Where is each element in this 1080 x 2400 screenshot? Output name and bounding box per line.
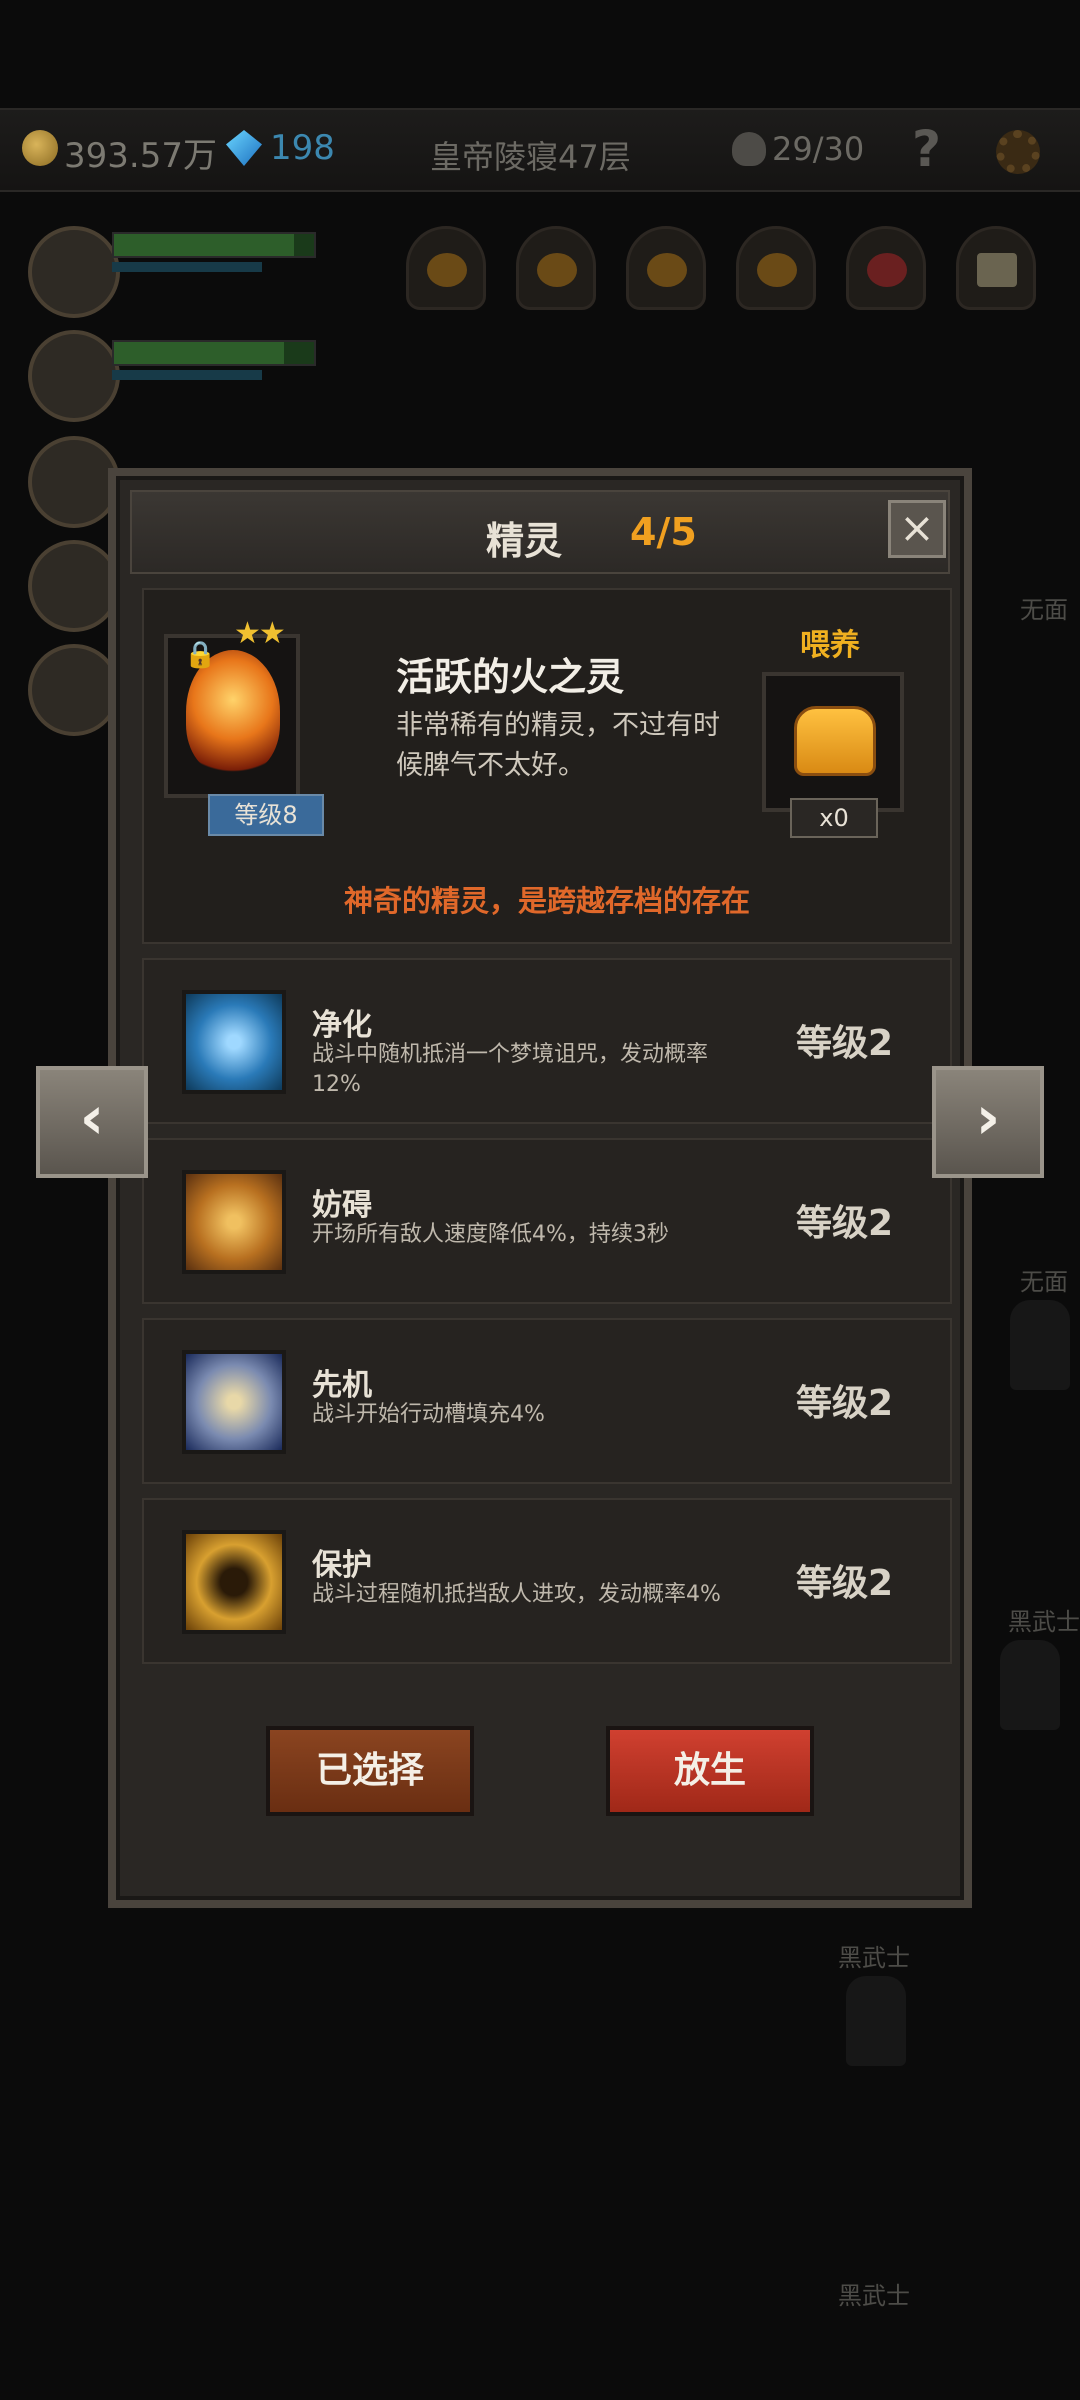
relic-slot[interactable]	[406, 226, 486, 310]
feed-label: 喂养	[800, 628, 860, 663]
spirit-dialog: 精灵 4/5 × 🔒 ★★ 等级8 活跃的火之灵 非常稀有的精灵，不过有时候脾气…	[108, 468, 972, 1908]
feed-count: x0	[790, 798, 878, 838]
skill-row: 妨碍 开场所有敌人速度降低4%，持续3秒 等级2	[142, 1138, 952, 1304]
hero-avatar[interactable]	[28, 644, 120, 736]
relic-slot[interactable]	[516, 226, 596, 310]
relic-slot[interactable]	[736, 226, 816, 310]
hero-avatar[interactable]	[28, 330, 120, 422]
enemy-label: 无面	[1020, 596, 1068, 624]
feed-slot[interactable]	[762, 672, 904, 812]
spirit-name: 活跃的火之灵	[396, 655, 625, 699]
close-button[interactable]: ×	[888, 500, 946, 558]
diamond-amount: 198	[270, 128, 335, 168]
release-button[interactable]: 放生	[606, 1726, 814, 1816]
diamond-icon	[226, 130, 262, 166]
skill-description: 战斗中随机抵消一个梦境诅咒，发动概率12%	[312, 1042, 709, 1097]
spirit-stars: ★★	[234, 616, 286, 651]
hero-mp-bar	[112, 262, 262, 272]
dungeon-location: 皇帝陵寝47层	[430, 138, 631, 176]
enemy-label: 黑武士	[838, 1944, 910, 1972]
skill-description: 开场所有敌人速度降低4%，持续3秒	[312, 1222, 669, 1247]
pumpkin-icon	[427, 253, 467, 287]
skill-name: 净化	[312, 1008, 372, 1043]
hero-avatar[interactable]	[28, 226, 120, 318]
skill-name: 先机	[312, 1368, 372, 1403]
spirit-count: 4/5	[630, 510, 697, 554]
relic-slot[interactable]	[626, 226, 706, 310]
blue-flower-icon	[182, 990, 286, 1094]
hero-avatar[interactable]	[28, 436, 120, 528]
pumpkin-icon	[757, 253, 797, 287]
relic-slot[interactable]	[956, 226, 1036, 310]
hero-hp-bar	[112, 340, 316, 366]
coin-icon	[22, 130, 58, 166]
skill-name: 妨碍	[312, 1188, 372, 1223]
hero-avatar[interactable]	[28, 540, 120, 632]
skill-level: 等级2	[796, 1203, 894, 1244]
gold-amount: 393.57万	[64, 136, 217, 176]
skill-description: 战斗开始行动槽填充4%	[312, 1402, 545, 1427]
scroll-icon	[977, 253, 1017, 287]
skill-level: 等级2	[796, 1383, 894, 1424]
enemy-figure[interactable]	[1010, 1300, 1070, 1390]
bread-icon	[794, 706, 876, 776]
eye-icon	[867, 253, 907, 287]
relic-slot[interactable]	[846, 226, 926, 310]
skill-level: 等级2	[796, 1023, 894, 1064]
selected-button[interactable]: 已选择	[266, 1726, 474, 1816]
kill-counter: 29/30	[772, 130, 865, 168]
dialog-title: 精灵	[486, 519, 563, 563]
spirit-level: 等级8	[208, 794, 324, 836]
hero-mp-bar	[112, 370, 262, 380]
pumpkin-icon	[647, 253, 687, 287]
prev-spirit-button[interactable]: ‹	[36, 1066, 148, 1178]
leopard-icon	[182, 1350, 286, 1454]
enemy-figure[interactable]	[1000, 1640, 1060, 1730]
next-spirit-button[interactable]: ›	[932, 1066, 1044, 1178]
skill-row: 净化 战斗中随机抵消一个梦境诅咒，发动概率12% 等级2	[142, 958, 952, 1124]
skull-icon	[732, 132, 766, 166]
enemy-label: 无面	[1020, 1268, 1068, 1296]
enemy-figure[interactable]	[846, 1976, 906, 2066]
pumpkin-icon	[537, 253, 577, 287]
top-status-bar: 393.57万 198 皇帝陵寝47层 29/30 ?	[0, 108, 1080, 192]
lock-icon[interactable]: 🔒	[184, 640, 216, 670]
skill-row: 保护 战斗过程随机抵挡敌人进攻，发动概率4% 等级2	[142, 1498, 952, 1664]
skill-level: 等级2	[796, 1563, 894, 1604]
enemy-label: 黑武士	[838, 2282, 910, 2310]
help-button[interactable]: ?	[912, 120, 941, 178]
enemy-label: 黑武士	[1008, 1608, 1080, 1636]
skill-row: 先机 战斗开始行动槽填充4% 等级2	[142, 1318, 952, 1484]
spirit-tagline: 神奇的精灵，是跨越存档的存在	[343, 884, 750, 918]
spirit-description: 非常稀有的精灵，不过有时候脾气不太好。	[396, 710, 720, 781]
hero-hp-bar	[112, 232, 316, 258]
chained-boot-icon	[182, 1170, 286, 1274]
skill-name: 保护	[312, 1548, 372, 1583]
skill-description: 战斗过程随机抵挡敌人进攻，发动概率4%	[312, 1582, 721, 1607]
golden-shield-figure-icon	[182, 1530, 286, 1634]
gear-icon[interactable]	[996, 130, 1040, 174]
